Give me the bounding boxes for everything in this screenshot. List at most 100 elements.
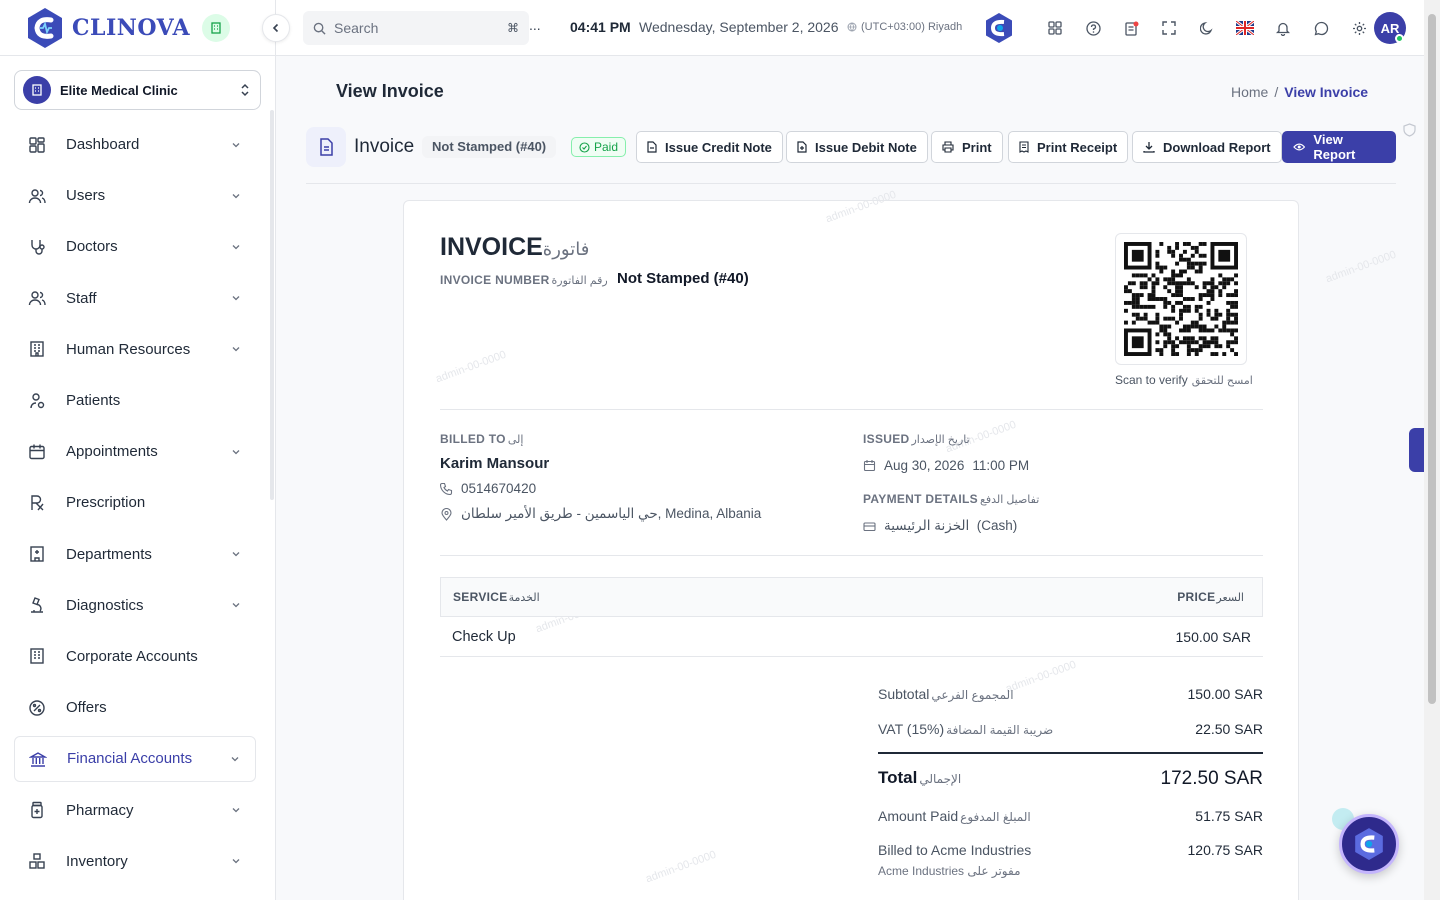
clinic-building-icon[interactable] [202, 14, 231, 42]
chevron-down-icon [232, 245, 240, 250]
qr-code-icon [1124, 242, 1238, 356]
search-overflow[interactable]: ... [529, 17, 541, 33]
total-label-ar: الإجمالي [919, 772, 962, 786]
subtotal-label: Subtotal المجموع الفرعي [878, 686, 1014, 702]
watermark: admin-00-0000 [824, 188, 898, 226]
total-divider [878, 752, 1263, 754]
paid-status-label: Paid [594, 140, 619, 154]
sidebar-item-appointments[interactable]: Appointments [14, 426, 256, 477]
language-flag-icon[interactable] [1226, 16, 1264, 40]
calendar-icon [29, 444, 45, 459]
breadcrumb-home[interactable]: Home [1231, 84, 1268, 100]
sidebar-item-staff[interactable]: Staff [14, 273, 256, 324]
invoice-number-label: INVOICE NUMBER رقم الفاتورة [440, 273, 608, 287]
invoice-title-en: INVOICE [440, 233, 543, 261]
watermark: admin-00-0000 [1004, 658, 1078, 696]
logo[interactable]: CLINOVA [24, 6, 231, 50]
sidebar-scrollbar[interactable] [270, 110, 274, 500]
invoice-title: INVOICEفاتورة [440, 233, 589, 262]
brand-shortcut-icon[interactable] [984, 12, 1014, 44]
issued-label: ISSUED تاريخ الإصدار [863, 432, 970, 446]
chevron-down-icon [232, 193, 240, 199]
customer-phone: 0514670420 [461, 481, 537, 496]
service-name: Check Up [452, 629, 516, 645]
sidebar-item-departments[interactable]: Departments [14, 529, 256, 580]
sidebar-item-dashboard[interactable]: Dashboard [14, 119, 256, 170]
sidebar-item-label: Dashboard [66, 136, 140, 154]
sidebar-item-financial-accounts[interactable]: Financial Accounts [14, 735, 256, 782]
issue-debit-note-button[interactable]: Issue Debit Note [786, 131, 928, 163]
sidebar-item-inventory[interactable]: Inventory [14, 836, 256, 887]
sidebar-item-label: Diagnostics [66, 596, 144, 614]
assistant-fab-button[interactable] [1339, 814, 1399, 874]
amount-paid-label-ar: المبلغ المدفوع [960, 810, 1031, 824]
help-icon[interactable] [1074, 16, 1112, 40]
subtotal-value: 150.00 SAR [1187, 686, 1264, 702]
sidebar-item-diagnostics[interactable]: Diagnostics [14, 580, 256, 631]
sidebar-item-prescription[interactable]: Prescription [14, 477, 256, 528]
chevron-down-icon [232, 347, 240, 352]
settings-gear-icon[interactable] [1340, 16, 1378, 40]
service-price: 150.00 SAR [1175, 629, 1252, 645]
sidebar-item-offers[interactable]: Offers [14, 682, 256, 733]
vat-value: 22.50 SAR [1195, 721, 1263, 737]
sidebar: CLINOVA Elite Medical Clinic Dashboard Us… [0, 0, 276, 900]
divider [440, 409, 1263, 410]
sidebar-item-label: Corporate Accounts [66, 647, 198, 665]
chevron-down-icon [232, 859, 240, 864]
invoice-title-ar: فاتورة [542, 239, 590, 259]
chevron-up-down-icon [241, 83, 249, 97]
download-report-button[interactable]: Download Report [1132, 131, 1282, 163]
clinic-icon [23, 76, 51, 104]
page-scrollbar-thumb[interactable] [1428, 14, 1436, 704]
sidebar-item-users[interactable]: Users [14, 170, 256, 221]
vat-label-en: VAT (15%) [878, 721, 945, 737]
sidebar-item-human-resources[interactable]: Human Resources [14, 324, 256, 375]
sidebar-item-pharmacy[interactable]: Pharmacy [14, 784, 256, 835]
staff-icon [28, 291, 46, 306]
boxes-icon [29, 853, 45, 869]
print-receipt-button[interactable]: Print Receipt [1008, 131, 1129, 163]
notes-icon[interactable] [1112, 16, 1150, 40]
sidebar-item-corporate-accounts[interactable]: Corporate Accounts [14, 631, 256, 682]
rx-icon [31, 495, 44, 511]
service-column-label-en: SERVICE [453, 590, 508, 604]
fullscreen-icon[interactable] [1150, 16, 1188, 40]
subtotal-label-en: Subtotal [878, 686, 930, 702]
chat-icon[interactable] [1302, 16, 1340, 40]
sidebar-item-doctors[interactable]: Doctors [14, 221, 256, 272]
shield-icon [1403, 123, 1416, 137]
page-scrollbar[interactable] [1424, 0, 1440, 900]
hospital-icon [30, 546, 44, 562]
issue-credit-note-button[interactable]: Issue Credit Note [636, 131, 783, 163]
dark-mode-icon[interactable] [1188, 16, 1226, 40]
print-button[interactable]: Print [931, 131, 1003, 163]
payment-details-label: PAYMENT DETAILS تفاصيل الدفع [863, 492, 1039, 506]
watermark: admin-00-0000 [434, 348, 508, 386]
breadcrumb: Home / View Invoice [1231, 84, 1368, 100]
chevron-down-icon [232, 552, 240, 557]
search-input[interactable]: Search ⌘ [303, 11, 529, 45]
timezone-display: (UTC+03:00) Riyadh [847, 21, 962, 33]
view-report-button[interactable]: View Report [1282, 131, 1396, 163]
stamp-status-badge: Not Stamped (#40) [422, 136, 557, 158]
services-table-header: SERVICEالخدمة PRICEالسعر [440, 577, 1263, 616]
sidebar-item-label: Users [66, 187, 106, 205]
chevron-down-icon [232, 808, 240, 813]
online-status-indicator [1395, 34, 1404, 43]
subtotal-label-ar: المجموع الفرعي [931, 688, 1014, 702]
clinic-selector[interactable]: Elite Medical Clinic [14, 70, 261, 110]
invoice-heading: Invoice [354, 136, 415, 157]
apps-grid-icon[interactable] [1036, 16, 1074, 40]
collapse-sidebar-button[interactable] [262, 14, 290, 42]
current-date: Wednesday, September 2, 2026 [639, 19, 839, 35]
customer-phone-row: 0514670420 [440, 481, 536, 496]
total-value: 172.50 SAR [1160, 768, 1263, 789]
bell-icon[interactable] [1264, 16, 1302, 40]
customer-address-row: حي الياسمين - طريق الأمير سلطان, Medina,… [440, 506, 761, 522]
side-panel-toggle[interactable] [1409, 428, 1424, 472]
current-time: 04:41 PM [570, 19, 631, 35]
sidebar-item-patients[interactable]: Patients [14, 375, 256, 426]
issued-date: Aug 30, 2026 [884, 458, 965, 473]
paid-status-badge: Paid [571, 137, 627, 157]
